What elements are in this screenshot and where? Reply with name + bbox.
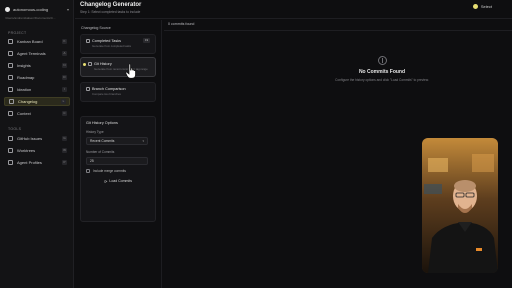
workspace-icon xyxy=(5,6,10,12)
git-history-options: Git History Options History Type Recent … xyxy=(80,116,156,222)
history-type-label: History Type xyxy=(86,130,104,134)
chevron-down-icon: ▾ xyxy=(66,6,69,12)
options-heading: Git History Options xyxy=(86,121,118,125)
tools-section-label: TOOLS xyxy=(8,127,22,131)
shortcut-badge: D xyxy=(62,75,67,80)
sidebar-item-label: Agent Profiles xyxy=(17,160,42,165)
sidebar-item-agent-profiles[interactable]: Agent Profiles P xyxy=(4,158,70,167)
sidebar-item-label: Roadmap xyxy=(17,75,35,80)
branch-icon xyxy=(86,87,90,91)
shortcut-badge: N xyxy=(62,63,67,68)
merge-commits-label: Include merge commits xyxy=(93,169,126,173)
sidebar-item-kanban[interactable]: Kanban Board K xyxy=(4,37,70,46)
sidebar-item-label: Changelog xyxy=(18,99,38,104)
sidebar-item-label: Insights xyxy=(17,63,31,68)
sidebar-item-changelog[interactable]: Changelog L xyxy=(4,97,70,106)
load-commits-label: Load Commits xyxy=(109,179,132,183)
card-description: Generate from recent commits or tag rang… xyxy=(94,67,148,71)
commit-count-label: Number of Commits xyxy=(86,150,115,154)
status-dot-icon xyxy=(472,4,478,9)
workspace-name: autonomous-coding xyxy=(13,6,49,12)
sidebar-item-github-issues[interactable]: GitHub Issues G xyxy=(4,134,70,143)
sidebar-item-label: GitHub Issues xyxy=(17,136,43,141)
page-subtitle: Step 1: Select completed tasks to includ… xyxy=(80,10,141,14)
shortcut-badge: K xyxy=(62,39,67,44)
webcam-overlay xyxy=(422,138,498,273)
card-description: Compare two branches xyxy=(92,92,121,96)
load-commits-button[interactable]: ⟳ Load Commits xyxy=(96,177,140,185)
git-icon xyxy=(88,62,92,66)
changelog-icon xyxy=(9,99,14,104)
git-commit-icon xyxy=(378,56,387,65)
sidebar-item-label: Worktrees xyxy=(17,148,36,153)
checklist-icon xyxy=(86,39,90,43)
sidebar-item-ideation[interactable]: Ideation I xyxy=(4,85,70,94)
terminal-icon xyxy=(8,51,13,56)
selected-dot-icon xyxy=(83,63,86,66)
sidebar-item-worktrees[interactable]: Worktrees W xyxy=(4,146,70,155)
sidebar-item-label: Ideation xyxy=(17,87,32,92)
source-heading: Changelog Source xyxy=(81,26,111,30)
sidebar-item-label: Kanban Board xyxy=(17,39,43,44)
workspace-path: /Users/andremikalsen/Documents/C... xyxy=(5,16,56,20)
shortcut-badge: P xyxy=(62,160,67,165)
app-window: autonomous-coding ▾ /Users/andremikalsen… xyxy=(0,0,512,288)
presenter-video xyxy=(422,138,498,273)
shortcut-badge: L xyxy=(61,99,66,104)
source-card-branch-comparison[interactable]: Branch Comparison Compare two branches xyxy=(80,82,156,102)
hand-pointer-icon xyxy=(125,63,136,79)
empty-state-description: Configure the history options and click … xyxy=(335,78,429,82)
sidebar-item-label: Context xyxy=(17,111,31,116)
sidebar-item-label: Agent Terminals xyxy=(17,51,46,56)
card-description: Generate from completed tasks xyxy=(92,44,132,48)
commits-divider xyxy=(164,30,512,31)
count-badge: 19 xyxy=(143,38,150,43)
shortcut-badge: I xyxy=(62,87,67,92)
project-section-label: PROJECT xyxy=(8,31,27,35)
select-label: Select xyxy=(480,4,492,9)
kanban-icon xyxy=(8,39,13,44)
card-title: Completed Tasks xyxy=(92,39,122,43)
lightbulb-icon xyxy=(8,87,13,92)
select-indicator[interactable]: Select xyxy=(472,4,492,9)
sidebar-item-roadmap[interactable]: Roadmap D xyxy=(4,73,70,82)
refresh-icon: ⟳ xyxy=(104,178,108,184)
context-icon xyxy=(8,111,13,116)
sidebar-item-insights[interactable]: Insights N xyxy=(4,61,70,70)
card-title: Git History xyxy=(94,62,112,66)
page-title: Changelog Generator xyxy=(80,2,142,8)
shortcut-badge: C xyxy=(62,111,67,116)
empty-state-title: No Commits Found xyxy=(358,69,406,75)
history-type-value: Recent Commits xyxy=(90,139,115,143)
card-title: Branch Comparison xyxy=(92,87,126,91)
commit-count-input[interactable]: 25 xyxy=(86,157,148,165)
source-panel: Changelog Source Completed Tasks Generat… xyxy=(78,20,162,288)
merge-commits-toggle[interactable]: Include merge commits xyxy=(86,169,126,173)
user-icon xyxy=(8,160,13,165)
checkbox[interactable] xyxy=(86,169,90,173)
chevron-down-icon: ▾ xyxy=(142,139,144,143)
commit-count-header: 0 commits found xyxy=(168,22,195,26)
shortcut-badge: G xyxy=(62,136,67,141)
header-divider xyxy=(75,18,512,19)
sidebar-item-agent-terminals[interactable]: Agent Terminals A xyxy=(4,49,70,58)
github-icon xyxy=(8,136,13,141)
history-type-select[interactable]: Recent Commits ▾ xyxy=(86,137,148,145)
sidebar-item-context[interactable]: Context C xyxy=(4,109,70,118)
roadmap-icon xyxy=(8,75,13,80)
shortcut-badge: W xyxy=(62,148,67,153)
shortcut-badge: A xyxy=(62,51,67,56)
worktree-icon xyxy=(8,148,13,153)
sidebar: autonomous-coding ▾ /Users/andremikalsen… xyxy=(0,0,74,288)
source-card-git-history[interactable]: Git History Generate from recent commits… xyxy=(80,57,156,77)
workspace-selector[interactable]: autonomous-coding ▾ xyxy=(5,5,69,13)
insights-icon xyxy=(8,63,13,68)
source-card-completed-tasks[interactable]: Completed Tasks Generate from completed … xyxy=(80,34,156,54)
